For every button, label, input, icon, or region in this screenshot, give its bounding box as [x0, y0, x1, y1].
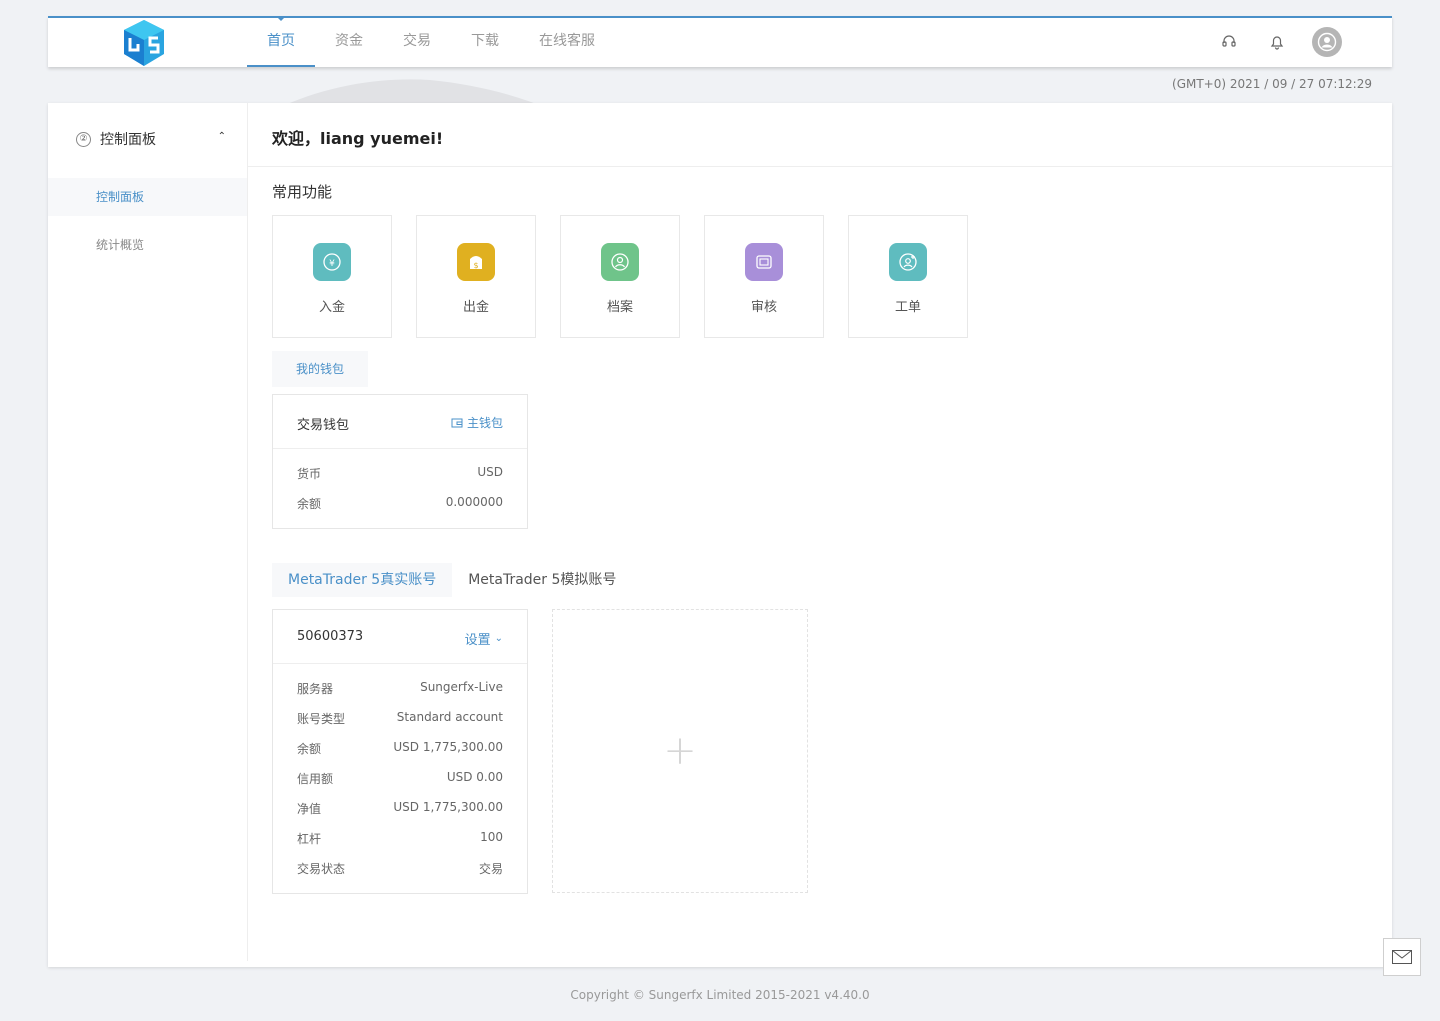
quick-label: 审核: [750, 300, 777, 315]
account-row-value: 交易: [478, 862, 503, 876]
user-avatar-icon[interactable]: [1312, 27, 1342, 57]
nav-trade[interactable]: 交易: [383, 18, 451, 67]
quick-withdraw[interactable]: $ 出金: [416, 215, 536, 338]
account-row: 账号类型 Standard account: [297, 710, 503, 730]
wallet-row: 货币 USD: [297, 465, 503, 485]
sidebar-group-dashboard[interactable]: ② 控制面板 ⌃: [76, 129, 236, 149]
svg-text:¥: ¥: [329, 259, 335, 269]
nav-download[interactable]: 下载: [451, 18, 519, 67]
account-row-value: USD 1,775,300.00: [393, 800, 503, 814]
quick-ticket[interactable]: 工单: [848, 215, 968, 338]
mail-icon: [1392, 950, 1412, 964]
account-row: 净值 USD 1,775,300.00: [297, 800, 503, 820]
deposit-icon: ¥: [313, 243, 351, 281]
welcome-title: 欢迎，liang yuemei!: [272, 129, 444, 148]
support-icon[interactable]: [1216, 29, 1242, 55]
account-row-value: Standard account: [396, 710, 503, 724]
quick-review[interactable]: 审核: [704, 215, 824, 338]
main-wallet-label: 主钱包: [466, 416, 503, 430]
tab-mt5-live[interactable]: MetaTrader 5真实账号: [272, 563, 453, 597]
quick-deposit[interactable]: ¥ 入金: [272, 215, 392, 338]
wallet-title: 交易钱包: [297, 418, 350, 433]
dashboard-icon: ②: [76, 131, 91, 147]
wallet-row: 余额 0.000000: [297, 495, 503, 515]
trading-wallet-card: 交易钱包 主钱包 货币 USD 余额 0.000000: [272, 394, 528, 529]
account-row-value: USD 0.00: [446, 770, 503, 784]
account-row-value: Sungerfx-Live: [420, 680, 503, 694]
account-row: 交易状态 交易: [297, 860, 503, 880]
bell-icon[interactable]: [1264, 29, 1290, 55]
quick-profile[interactable]: 档案: [560, 215, 680, 338]
server-datetime: (GMT+0) 2021 / 09 / 27 07:12:29: [1172, 77, 1372, 91]
account-row-key: 杠杆: [297, 832, 322, 846]
account-row-key: 服务器: [297, 682, 334, 696]
account-row-key: 交易状态: [297, 862, 346, 876]
plus-icon: +: [663, 728, 697, 774]
brand-logo[interactable]: [118, 18, 170, 68]
account-card-header: 50600373 设置 ⌄: [273, 610, 527, 664]
quick-label: 档案: [606, 300, 633, 315]
quick-label: 出金: [462, 300, 489, 315]
account-row-key: 净值: [297, 802, 322, 816]
nav-funds[interactable]: 资金: [315, 18, 383, 67]
settings-label: 设置: [464, 633, 491, 648]
quick-label: 入金: [318, 300, 345, 315]
account-settings-dropdown[interactable]: 设置 ⌄: [465, 629, 503, 648]
profile-icon: [601, 243, 639, 281]
svg-text:$: $: [473, 261, 478, 270]
account-row-key: 账号类型: [297, 712, 346, 726]
main-panel: ② 控制面板 ⌃ 控制面板 统计概览 欢迎，liang yuemei! 常用功能…: [48, 103, 1392, 967]
chevron-down-icon: ⌄: [494, 633, 503, 644]
chevron-up-icon: ⌃: [217, 131, 226, 142]
sidebar-item-dashboard[interactable]: 控制面板: [48, 178, 247, 216]
account-row-key: 余额: [297, 742, 322, 756]
account-row: 服务器 Sungerfx-Live: [297, 680, 503, 700]
tab-mt5-demo[interactable]: MetaTrader 5模拟账号: [452, 563, 632, 597]
account-row-value: USD 1,775,300.00: [393, 740, 503, 754]
sidebar: ② 控制面板 ⌃ 控制面板 统计概览: [48, 103, 248, 961]
wallet-row-key: 余额: [297, 497, 322, 511]
sidebar-group-label: 控制面板: [100, 132, 156, 148]
main-nav: 首页 资金 交易 下载 在线客服: [247, 17, 615, 67]
account-row: 杠杆 100: [297, 830, 503, 850]
top-icons: [1216, 27, 1342, 57]
footer-copyright: Copyright © Sungerfx Limited 2015-2021 v…: [570, 988, 870, 1002]
wallet-icon: [451, 418, 463, 427]
wallet-row-value: 0.000000: [445, 495, 503, 509]
message-button[interactable]: [1383, 938, 1421, 976]
wallet-row-value: USD: [477, 465, 503, 479]
quick-label: 工单: [894, 300, 921, 315]
sidebar-item-statistics[interactable]: 统计概览: [48, 226, 247, 264]
account-row: 信用额 USD 0.00: [297, 770, 503, 790]
add-account-card[interactable]: +: [552, 609, 808, 893]
account-row-value: 100: [480, 830, 503, 844]
nav-online-support[interactable]: 在线客服: [519, 18, 615, 67]
quick-functions-title: 常用功能: [272, 183, 333, 201]
main-wallet-link[interactable]: 主钱包: [451, 414, 503, 431]
review-icon: [745, 243, 783, 281]
account-row: 余额 USD 1,775,300.00: [297, 740, 503, 760]
wallet-card-header: 交易钱包 主钱包: [273, 395, 527, 449]
header-divider: [247, 166, 1392, 167]
withdraw-icon: $: [457, 243, 495, 281]
mt5-account-card: 50600373 设置 ⌄ 服务器 Sungerfx-Live 账号类型 Sta…: [272, 609, 528, 894]
mt5-account-tabs: MetaTrader 5真实账号 MetaTrader 5模拟账号: [272, 563, 632, 597]
wallet-row-key: 货币: [297, 467, 322, 481]
ticket-icon: [889, 243, 927, 281]
top-navigation-bar: 首页 资金 交易 下载 在线客服: [48, 16, 1392, 67]
tab-my-wallet[interactable]: 我的钱包: [272, 351, 368, 387]
nav-home[interactable]: 首页: [247, 17, 315, 67]
account-id: 50600373: [297, 629, 364, 644]
account-row-key: 信用额: [297, 772, 334, 786]
